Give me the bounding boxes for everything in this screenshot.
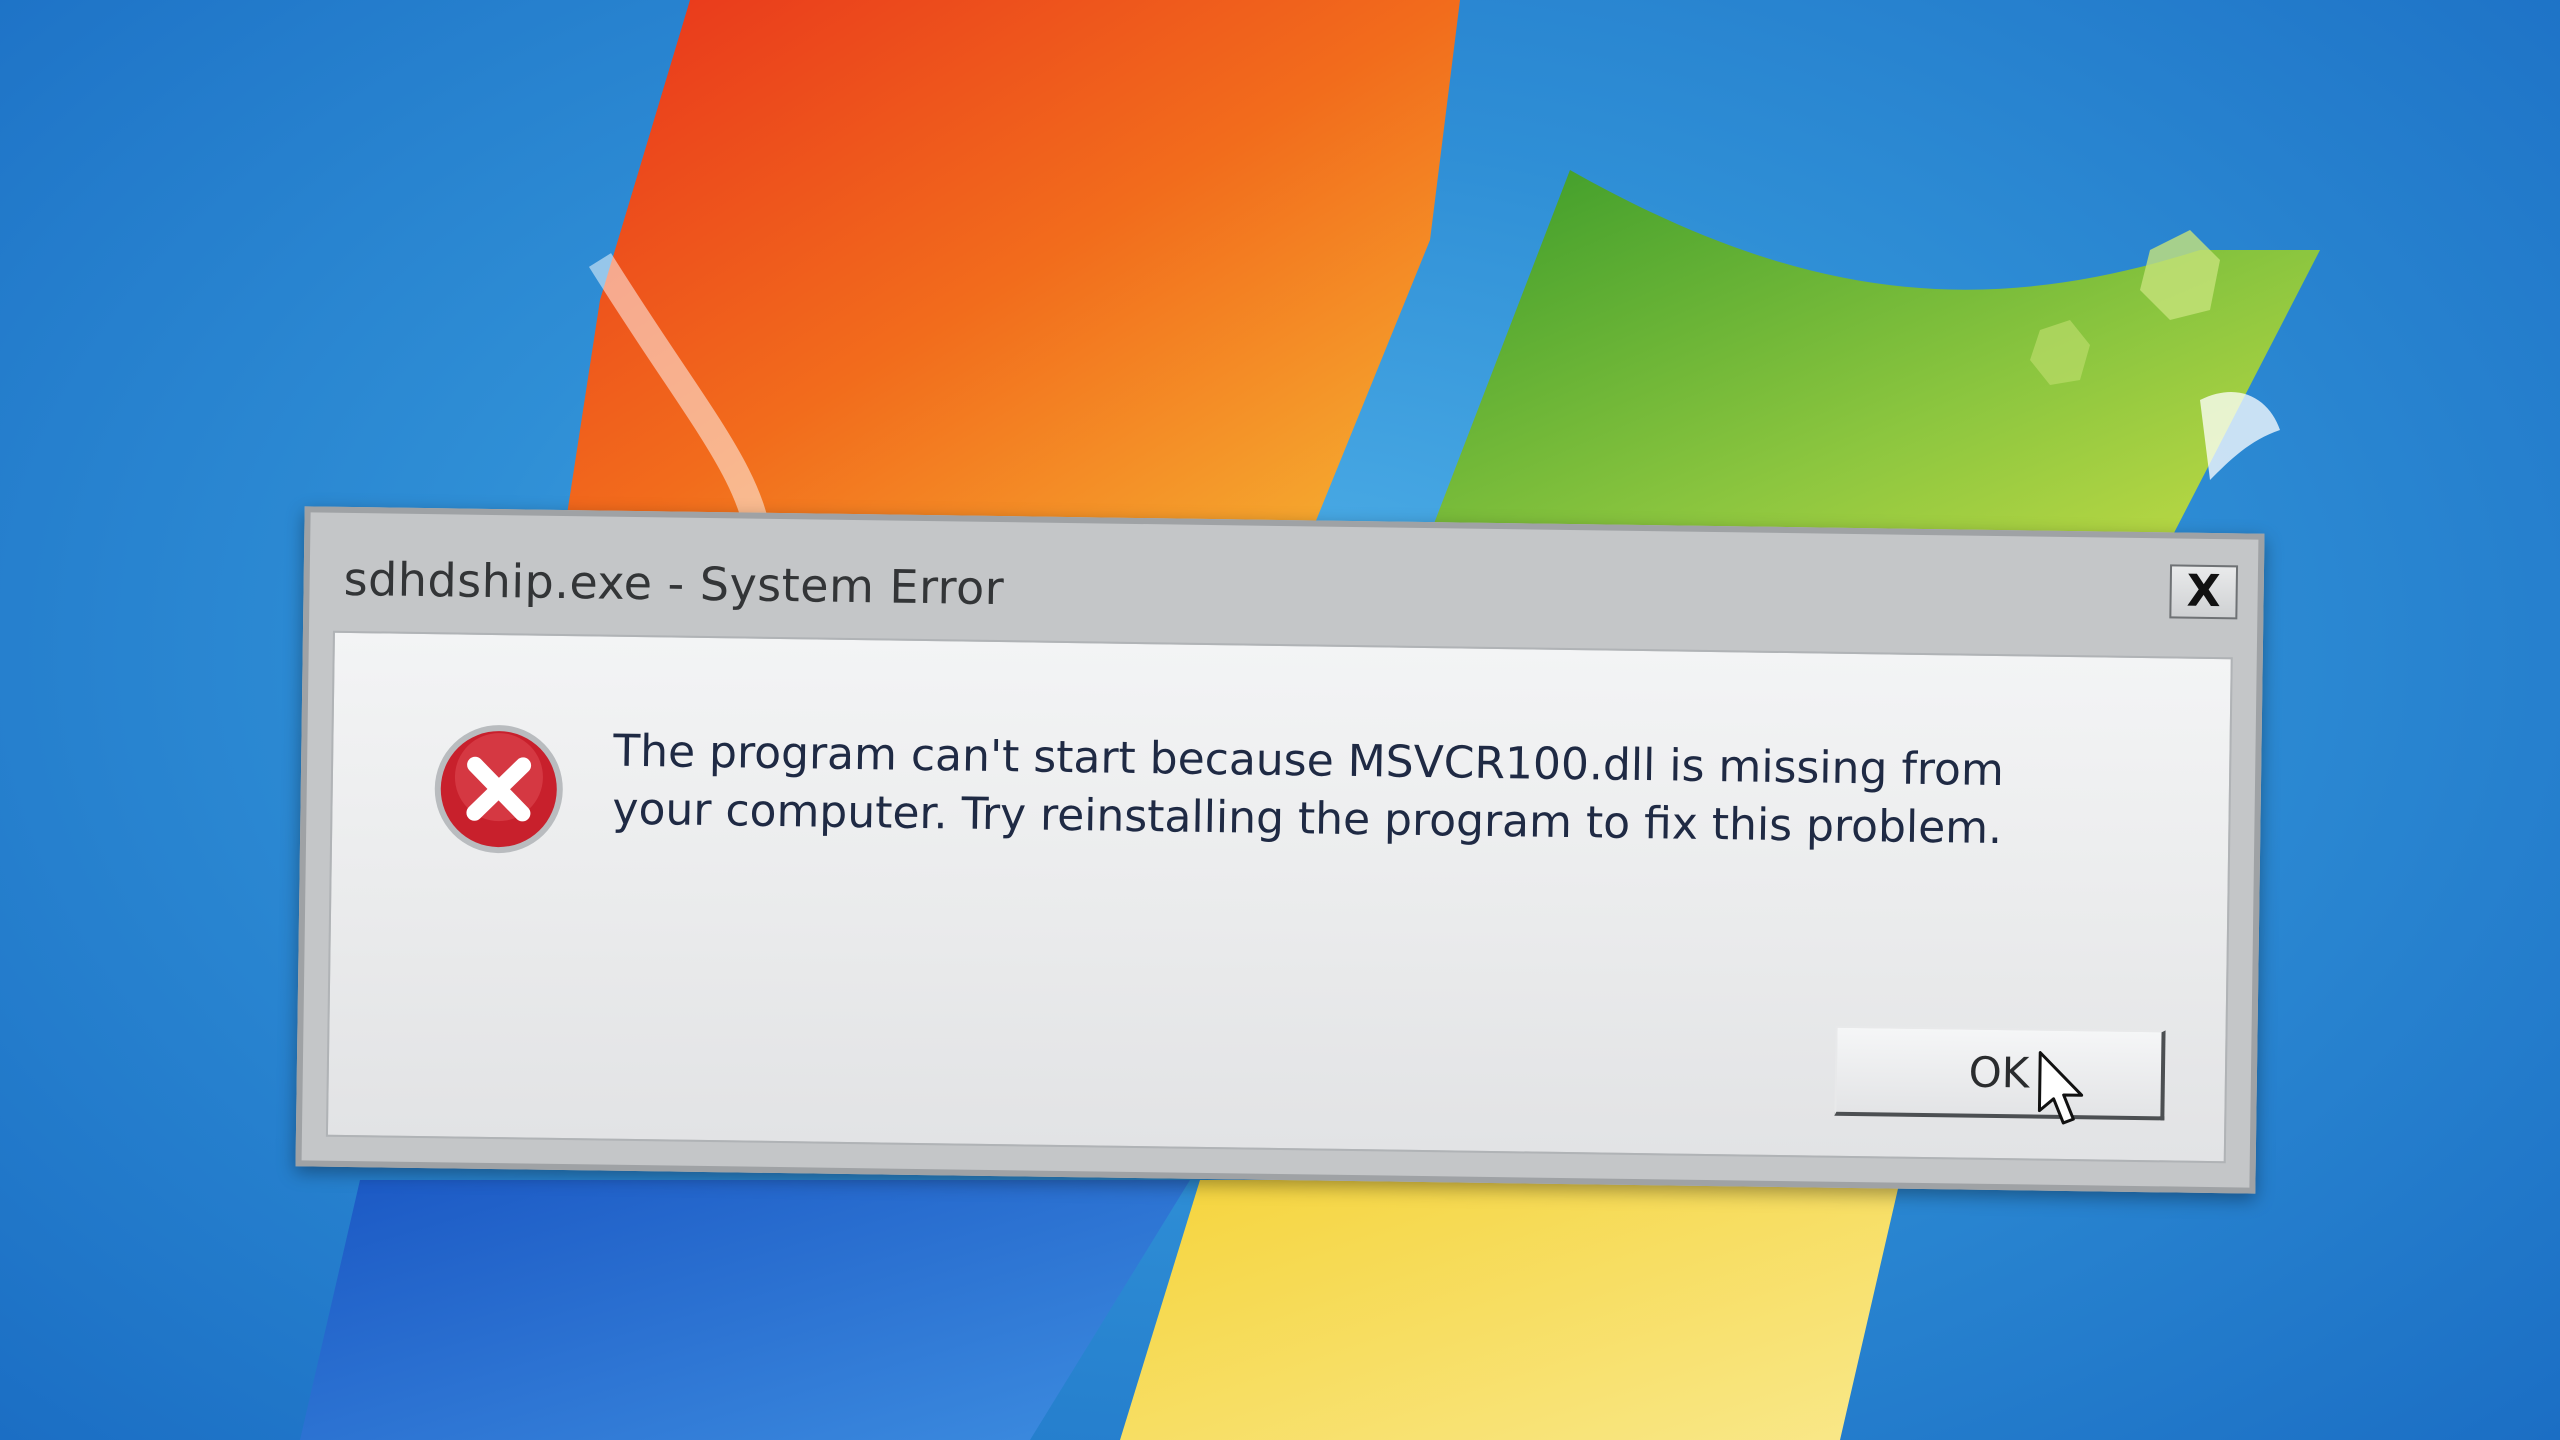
ok-button-label: OK <box>1968 1047 2030 1097</box>
close-icon: X <box>2186 565 2222 618</box>
dialog-title: sdhdship.exe - System Error <box>343 551 1005 616</box>
error-message: The program can't start because MSVCR100… <box>612 725 2005 855</box>
desktop: sdhdship.exe - System Error X The progra… <box>0 0 2560 1440</box>
dialog-content: The program can't start because MSVCR100… <box>325 630 2233 1164</box>
mouse-pointer-icon <box>2037 1051 2084 1125</box>
system-error-dialog: sdhdship.exe - System Error X The progra… <box>295 506 2265 1194</box>
close-button[interactable]: X <box>2169 564 2239 620</box>
error-icon <box>434 725 563 854</box>
ok-button[interactable]: OK <box>1834 1025 2166 1121</box>
